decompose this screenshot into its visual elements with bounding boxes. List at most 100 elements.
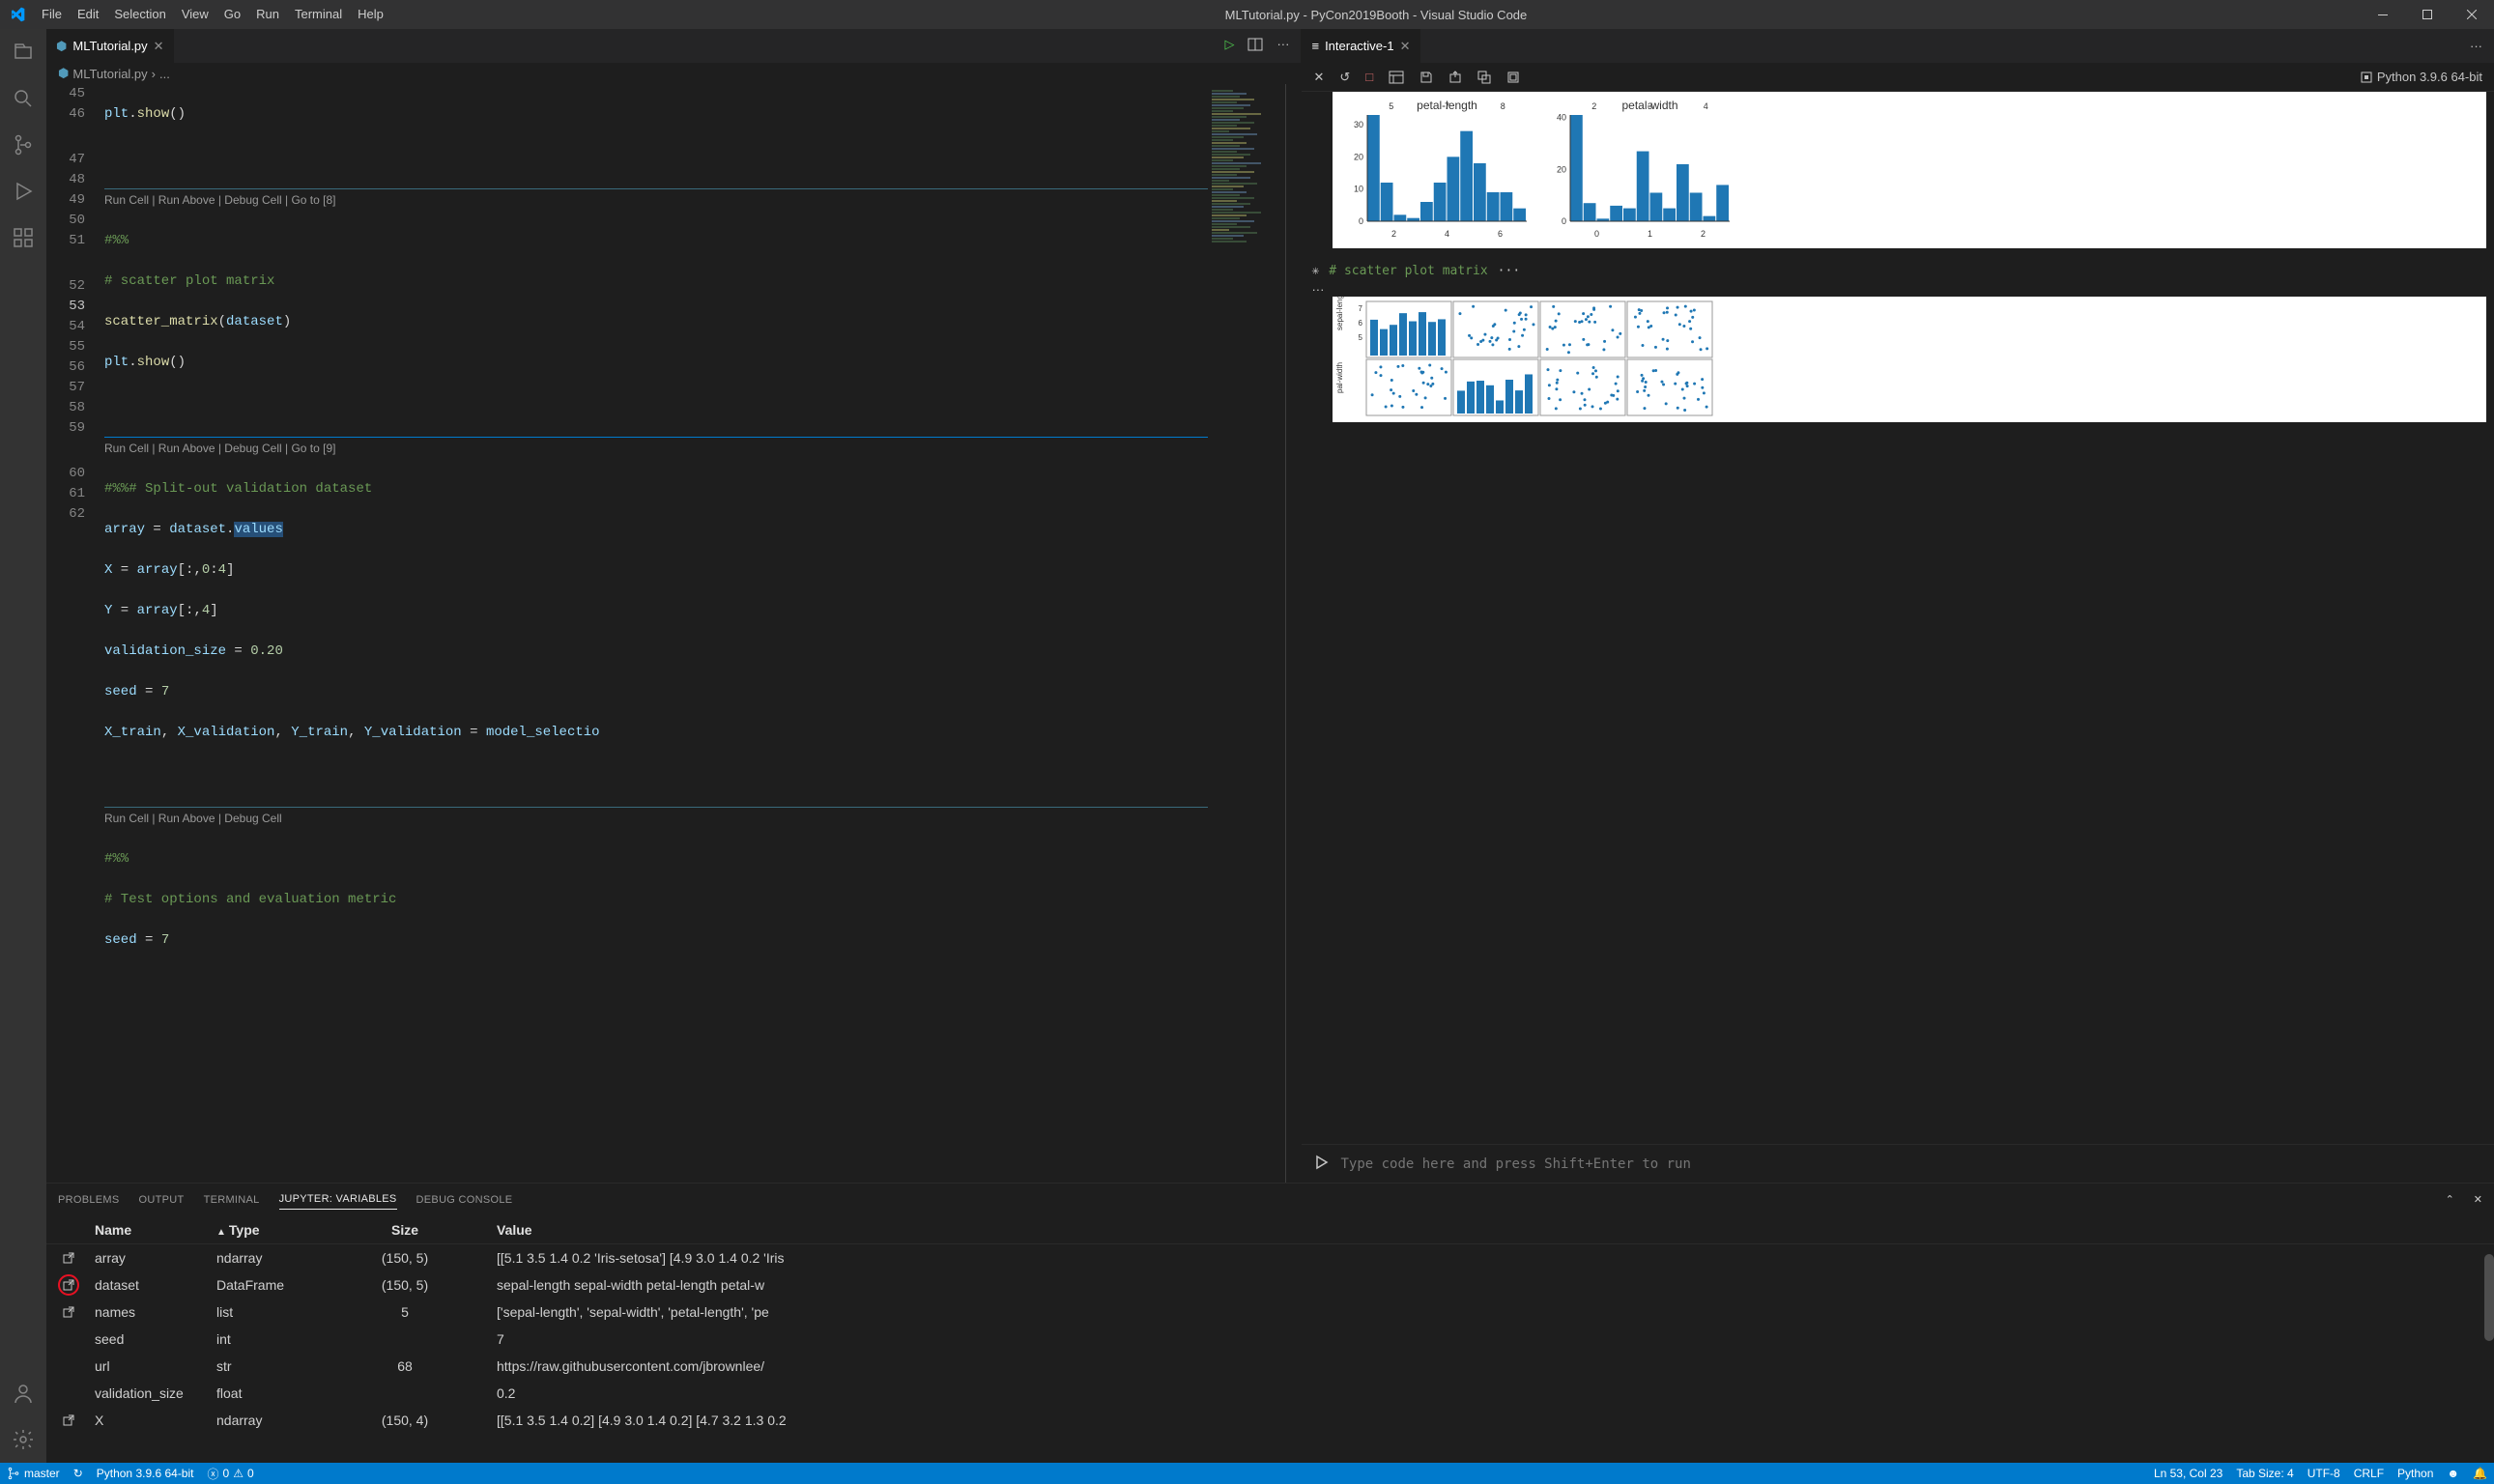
codelens-cell2[interactable]: Run Cell | Run Above | Debug Cell | Go t… xyxy=(104,437,1208,459)
popout-icon[interactable] xyxy=(61,1413,76,1428)
minimap[interactable] xyxy=(1208,84,1285,1183)
panel-scrollbar[interactable] xyxy=(2484,1254,2494,1341)
status-language[interactable]: Python xyxy=(2391,1463,2440,1484)
interrupt-icon[interactable]: □ xyxy=(1365,70,1373,84)
close-button[interactable] xyxy=(2450,0,2494,29)
activity-source-control-icon[interactable] xyxy=(0,122,46,168)
more-actions-icon[interactable]: ··· xyxy=(1276,37,1289,55)
cell-gear-icon[interactable]: ✳ xyxy=(1311,264,1319,278)
col-header-type[interactable]: ▲Type xyxy=(216,1222,352,1238)
status-interpreter[interactable]: Python 3.9.6 64-bit xyxy=(90,1463,201,1484)
panel-tab-problems[interactable]: PROBLEMS xyxy=(58,1190,120,1210)
svg-text:7: 7 xyxy=(1359,304,1363,313)
tab-close-icon[interactable]: ✕ xyxy=(154,39,164,54)
var-name: X xyxy=(91,1413,216,1428)
status-notifications-icon[interactable]: 🔔 xyxy=(2466,1463,2494,1484)
svg-text:4: 4 xyxy=(1704,101,1708,111)
panel-tab-debug-console[interactable]: DEBUG CONSOLE xyxy=(416,1190,513,1210)
code-input[interactable] xyxy=(1340,1156,2482,1172)
interactive-icon: ≡ xyxy=(1311,39,1319,53)
menu-selection[interactable]: Selection xyxy=(106,0,173,29)
status-feedback-icon[interactable]: ☻ xyxy=(2440,1463,2466,1484)
svg-text:10: 10 xyxy=(1354,185,1363,194)
execute-icon[interactable] xyxy=(1313,1155,1329,1173)
kernel-selector[interactable]: Python 3.9.6 64-bit xyxy=(2360,70,2482,84)
code-content[interactable]: plt.show() Run Cell | Run Above | Debug … xyxy=(104,84,1208,1183)
table-row[interactable]: X ndarray (150, 4) [[5.1 3.5 1.4 0.2] [4… xyxy=(46,1407,2494,1434)
col-header-size[interactable]: Size xyxy=(352,1222,458,1238)
panel-tab-output[interactable]: OUTPUT xyxy=(139,1190,185,1210)
run-cell-icon[interactable]: ▷ xyxy=(1224,37,1234,55)
menu-file[interactable]: File xyxy=(34,0,70,29)
codelens-cell1[interactable]: Run Cell | Run Above | Debug Cell | Go t… xyxy=(104,188,1208,211)
export-icon[interactable] xyxy=(1448,71,1462,84)
vscode-logo-icon xyxy=(0,7,34,22)
menu-edit[interactable]: Edit xyxy=(70,0,106,29)
variables-icon[interactable] xyxy=(1389,71,1404,84)
activity-account-icon[interactable] xyxy=(0,1370,46,1416)
status-cursor[interactable]: Ln 53, Col 23 xyxy=(2147,1463,2229,1484)
svg-text:0: 0 xyxy=(1359,216,1363,226)
status-sync[interactable]: ↻ xyxy=(67,1463,90,1484)
expand-icon[interactable] xyxy=(1477,71,1491,84)
breadcrumb-more[interactable]: ... xyxy=(159,67,170,81)
panel-tab-terminal[interactable]: TERMINAL xyxy=(204,1190,260,1210)
popout-icon[interactable] xyxy=(58,1274,79,1296)
maximize-button[interactable] xyxy=(2405,0,2450,29)
panel-maximize-icon[interactable]: ⌃ xyxy=(2446,1193,2454,1206)
activity-search-icon[interactable] xyxy=(0,75,46,122)
tab-interactive[interactable]: ≡ Interactive-1 ✕ xyxy=(1302,29,1420,63)
menu-help[interactable]: Help xyxy=(350,0,391,29)
var-value: [[5.1 3.5 1.4 0.2] [4.9 3.0 1.4 0.2] [4.… xyxy=(458,1413,2494,1428)
collapse-icon[interactable] xyxy=(1506,71,1520,84)
var-size: (150, 5) xyxy=(352,1277,458,1293)
restart-icon[interactable]: ↺ xyxy=(1339,70,1350,85)
table-row[interactable]: dataset DataFrame (150, 5) sepal-length … xyxy=(46,1271,2494,1298)
activity-extensions-icon[interactable] xyxy=(0,214,46,261)
status-eol[interactable]: CRLF xyxy=(2347,1463,2391,1484)
svg-text:1: 1 xyxy=(1648,229,1652,239)
activity-settings-icon[interactable] xyxy=(0,1416,46,1463)
table-row[interactable]: url str 68 https://raw.githubusercontent… xyxy=(46,1353,2494,1380)
var-value: [[5.1 3.5 1.4 0.2 'Iris-setosa'] [4.9 3.… xyxy=(458,1250,2494,1266)
table-row[interactable]: seed int 7 xyxy=(46,1326,2494,1353)
overview-ruler[interactable] xyxy=(1285,84,1301,1183)
svg-text:2: 2 xyxy=(1391,229,1396,239)
menu-run[interactable]: Run xyxy=(248,0,287,29)
svg-text:5: 5 xyxy=(1359,333,1363,342)
menu-go[interactable]: Go xyxy=(216,0,248,29)
svg-text:8: 8 xyxy=(1501,101,1505,111)
menu-terminal[interactable]: Terminal xyxy=(287,0,350,29)
save-icon[interactable] xyxy=(1419,71,1433,84)
svg-text:20: 20 xyxy=(1557,164,1566,174)
close-icon[interactable]: ✕ xyxy=(1313,70,1324,85)
split-editor-icon[interactable] xyxy=(1247,37,1263,55)
activity-run-debug-icon[interactable] xyxy=(0,168,46,214)
menu-view[interactable]: View xyxy=(174,0,216,29)
tab-mltutorial[interactable]: ⬢ MLTutorial.py ✕ xyxy=(46,29,175,63)
table-row[interactable]: names list 5 ['sepal-length', 'sepal-wid… xyxy=(46,1298,2494,1326)
activity-explorer-icon[interactable] xyxy=(0,29,46,75)
table-row[interactable]: validation_size float 0.2 xyxy=(46,1380,2494,1407)
panel-close-icon[interactable]: ✕ xyxy=(2474,1193,2482,1206)
codelens-cell3[interactable]: Run Cell | Run Above | Debug Cell xyxy=(104,807,1208,829)
breadcrumb-file[interactable]: MLTutorial.py xyxy=(72,67,147,81)
more-actions-icon[interactable]: ··· xyxy=(2470,39,2482,53)
interactive-toolbar: ✕ ↺ □ xyxy=(1302,63,2494,92)
popout-icon[interactable] xyxy=(61,1304,76,1320)
tab-close-icon[interactable]: ✕ xyxy=(1400,39,1411,54)
breadcrumbs[interactable]: ⬢ MLTutorial.py › ... xyxy=(46,63,1301,84)
panel-tab-jupyter-variables[interactable]: JUPYTER: VARIABLES xyxy=(279,1189,397,1210)
status-branch[interactable]: master xyxy=(0,1463,67,1484)
col-header-name[interactable]: Name xyxy=(91,1222,216,1238)
minimize-button[interactable] xyxy=(2361,0,2405,29)
popout-icon[interactable] xyxy=(61,1250,76,1266)
col-header-value[interactable]: Value xyxy=(458,1222,2494,1238)
kernel-label: Python 3.9.6 64-bit xyxy=(2377,70,2482,84)
status-tabsize[interactable]: Tab Size: 4 xyxy=(2229,1463,2300,1484)
status-problems[interactable]: ⓧ0 ⚠0 xyxy=(200,1463,260,1484)
status-encoding[interactable]: UTF-8 xyxy=(2301,1463,2347,1484)
tab-label: MLTutorial.py xyxy=(72,39,147,53)
code-editor[interactable]: 45 46 47 48 49 50 51 52 53 54 55 56 xyxy=(46,84,1301,1183)
table-row[interactable]: array ndarray (150, 5) [[5.1 3.5 1.4 0.2… xyxy=(46,1244,2494,1271)
